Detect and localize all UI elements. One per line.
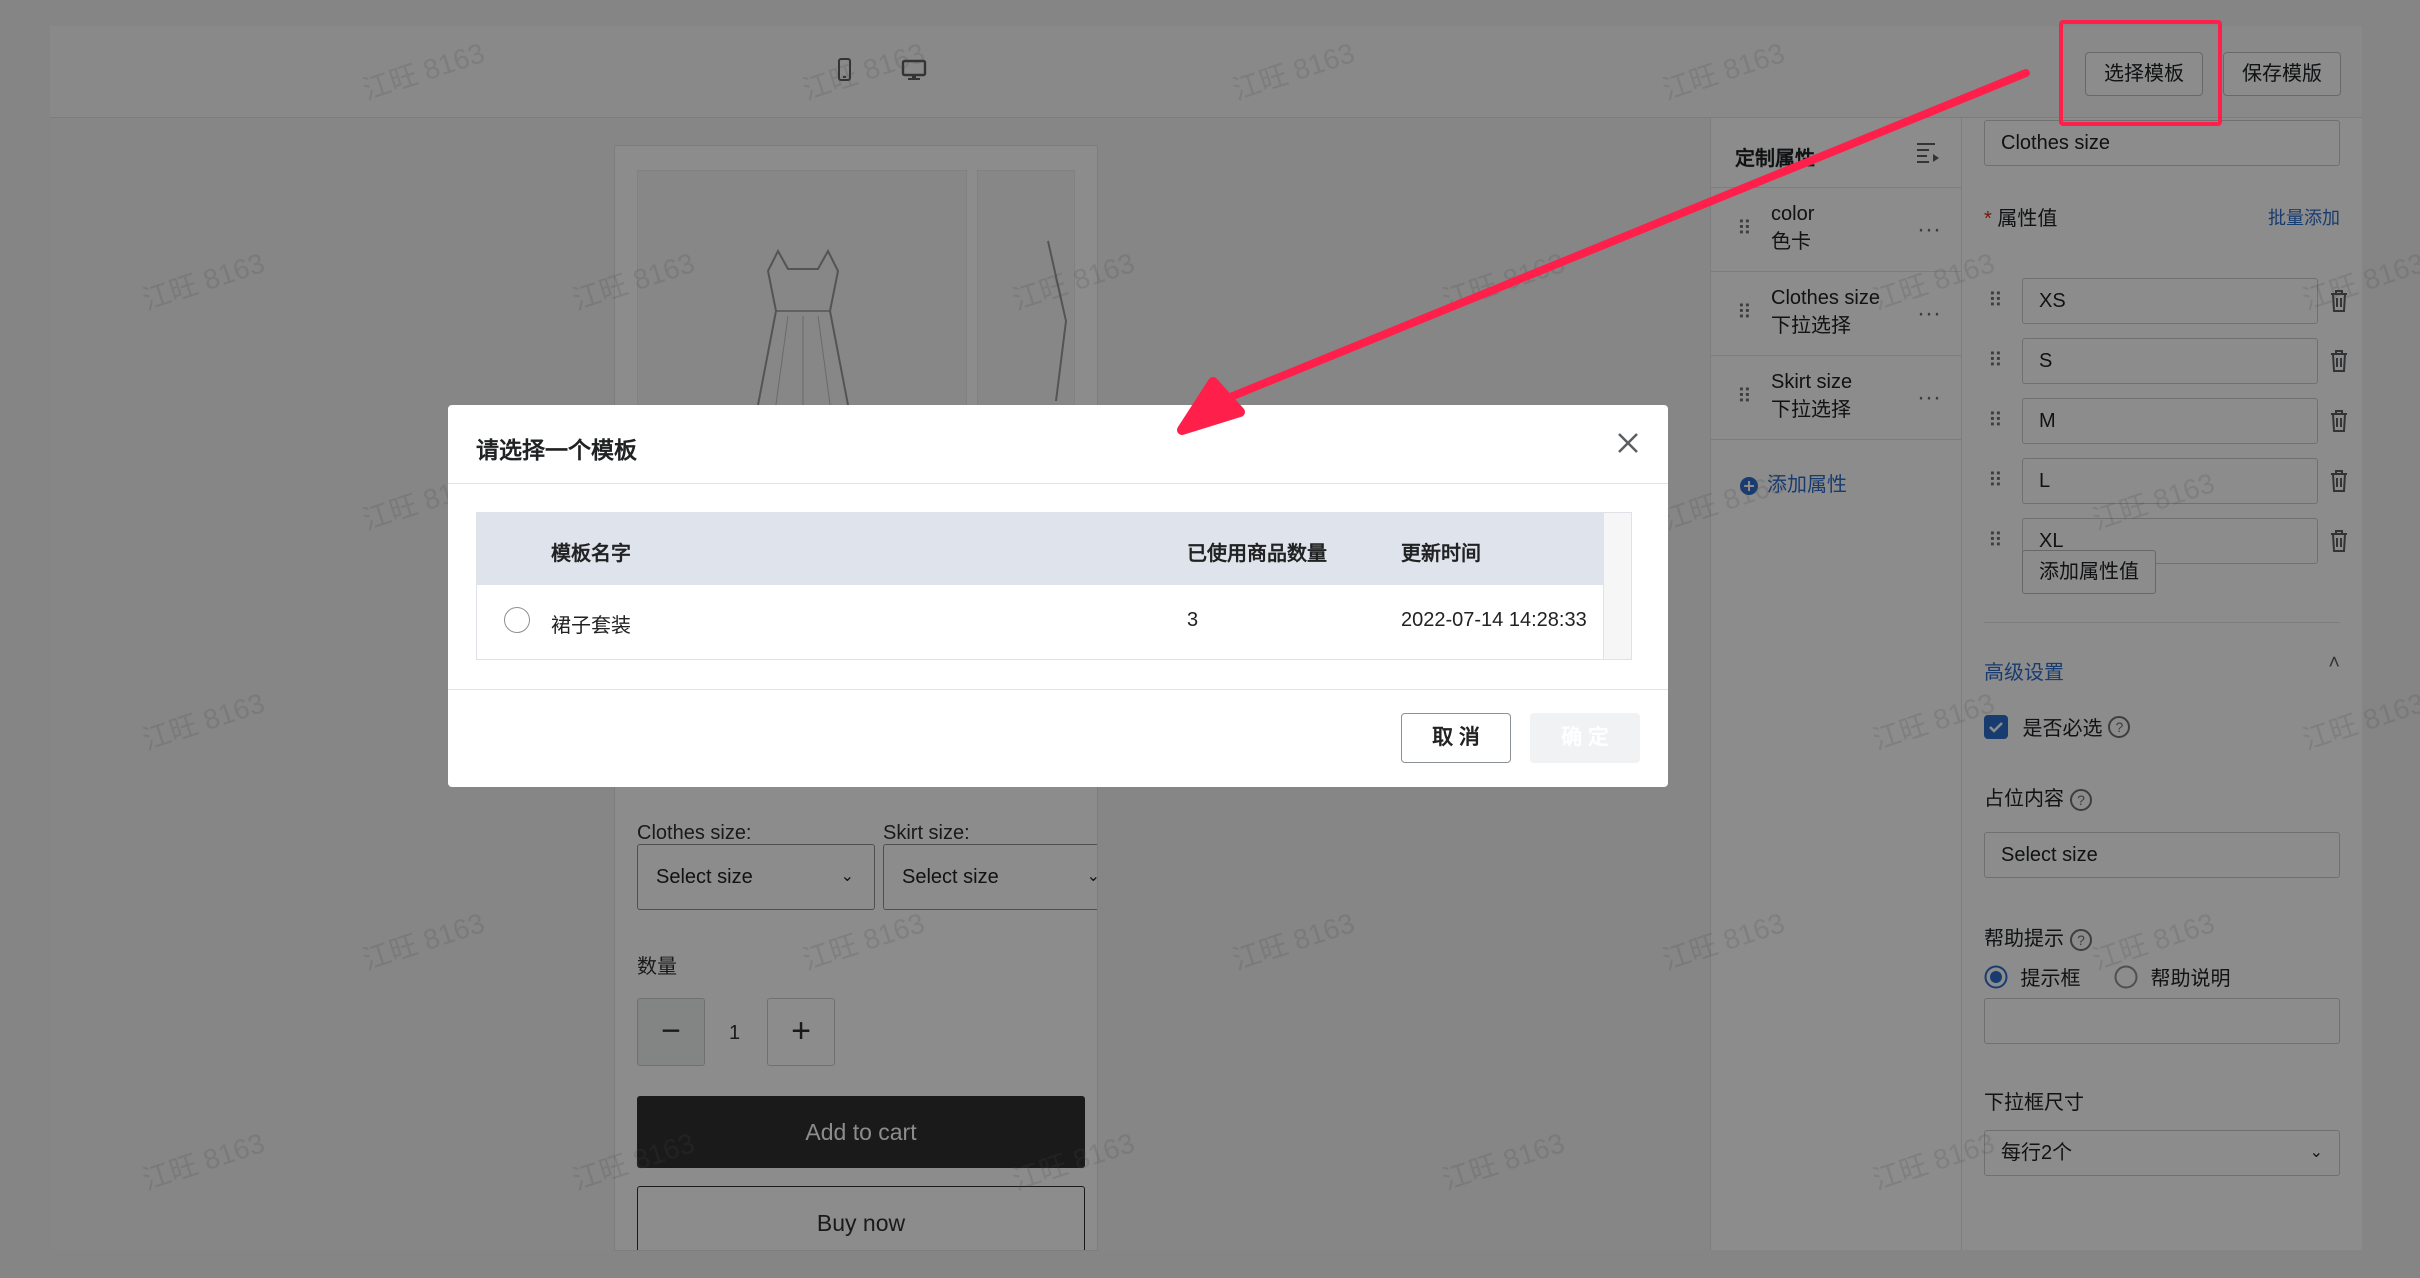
table-scrollbar[interactable] <box>1603 513 1631 659</box>
product-count-cell: 3 <box>1187 609 1199 631</box>
column-header-name: 模板名字 <box>551 543 631 565</box>
modal-header-divider <box>448 483 1668 484</box>
row-radio[interactable] <box>504 607 530 633</box>
modal-footer-divider <box>448 689 1668 690</box>
annotation-highlight-box <box>2059 20 2222 126</box>
cancel-button[interactable]: 取 消 <box>1401 713 1511 763</box>
confirm-button[interactable]: 确 定 <box>1530 713 1640 763</box>
updated-time-cell: 2022-07-14 14:28:33 <box>1401 609 1587 631</box>
choose-template-modal: 请选择一个模板 模板名字 已使用商品数量 更新时间 裙子套装 3 2022-07… <box>448 405 1668 787</box>
column-header-updated: 更新时间 <box>1401 543 1481 565</box>
modal-title: 请选择一个模板 <box>476 437 637 463</box>
column-header-count: 已使用商品数量 <box>1187 543 1327 565</box>
template-name-cell: 裙子套装 <box>551 615 631 637</box>
close-icon[interactable] <box>1610 425 1646 461</box>
table-header: 模板名字 已使用商品数量 更新时间 <box>477 513 1603 585</box>
template-table: 模板名字 已使用商品数量 更新时间 裙子套装 3 2022-07-14 14:2… <box>476 512 1632 660</box>
